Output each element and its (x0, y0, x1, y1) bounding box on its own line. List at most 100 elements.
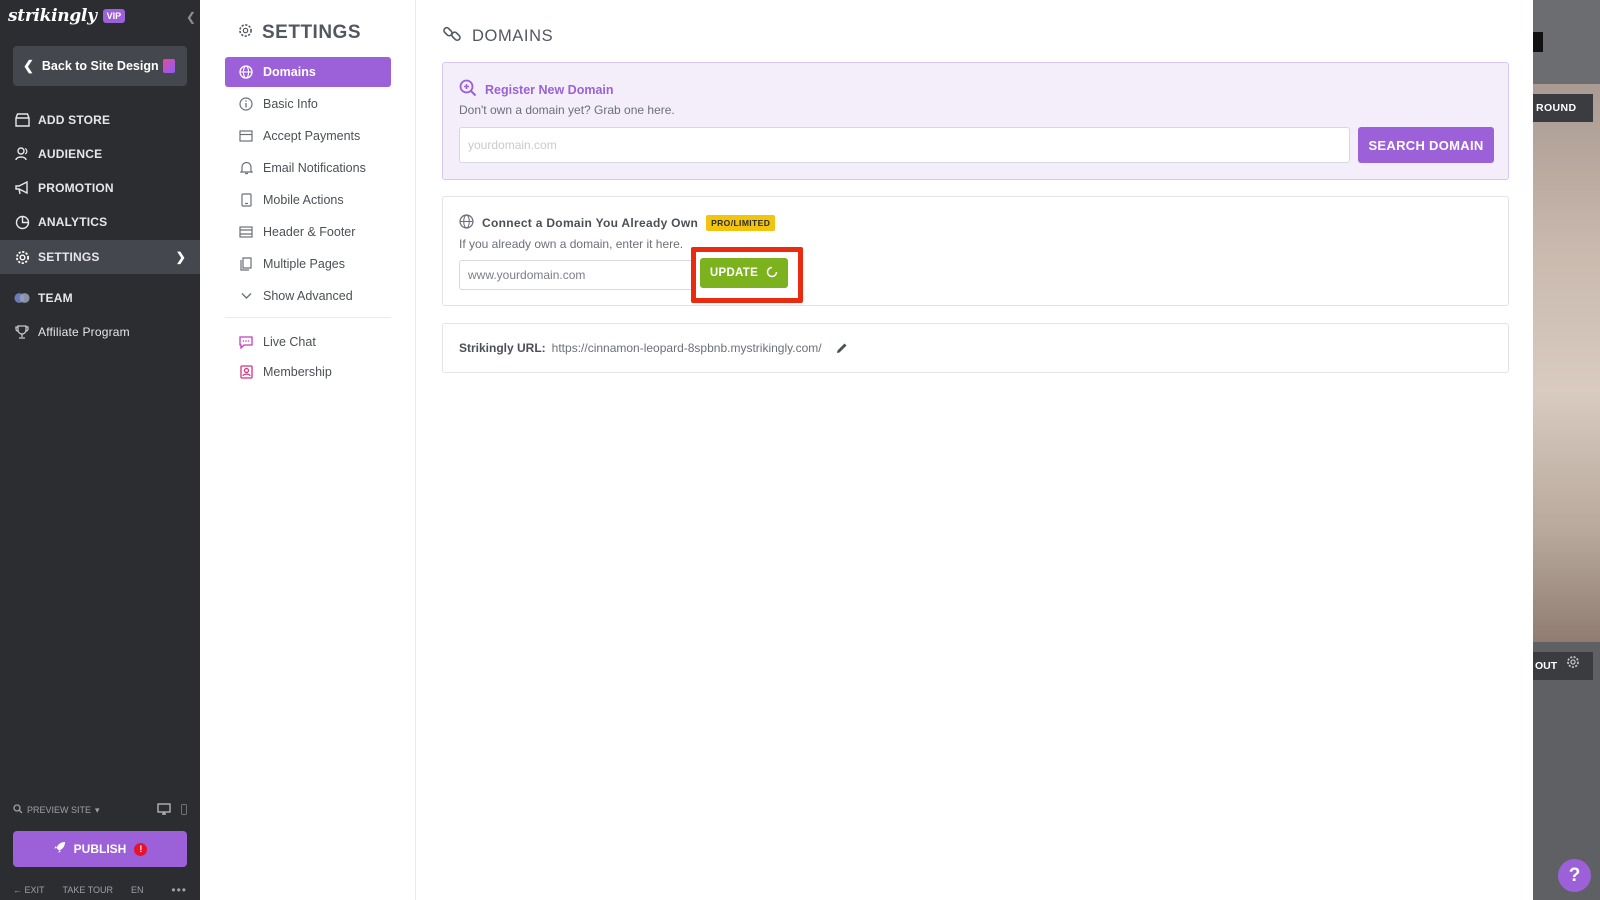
update-button[interactable]: UPDATE (700, 258, 788, 288)
chat-icon (239, 335, 253, 349)
chevron-right-icon: ❯ (175, 250, 186, 264)
settings-item-label: Multiple Pages (263, 257, 345, 271)
mobile-icon (239, 193, 253, 207)
search-domain-button[interactable]: SEARCH DOMAIN (1358, 127, 1494, 163)
nav-settings[interactable]: SETTINGS ❯ (0, 240, 200, 274)
bell-icon (239, 161, 253, 175)
help-button[interactable]: ? (1558, 859, 1591, 892)
nav-label: ADD STORE (38, 113, 111, 127)
gear-icon[interactable] (1566, 655, 1580, 672)
settings-item-header-footer[interactable]: Header & Footer (225, 217, 391, 247)
settings-item-label: Show Advanced (263, 289, 353, 303)
pages-icon (239, 257, 253, 271)
card-icon (239, 129, 253, 143)
register-domain-subtext: Don't own a domain yet? Grab one here. (459, 103, 675, 117)
own-domain-input[interactable] (459, 260, 695, 290)
chevron-left-icon: ❮ (23, 58, 34, 73)
nav-team[interactable]: TEAM (0, 281, 200, 315)
settings-item-domains[interactable]: Domains (225, 57, 391, 87)
rocket-icon (53, 841, 66, 857)
mobile-icon[interactable] (181, 803, 187, 817)
site-preview-strip: ROUND OUT (1533, 0, 1600, 900)
store-icon (14, 112, 30, 128)
settings-item-basic-info[interactable]: Basic Info (225, 89, 391, 119)
nav-affiliate-program[interactable]: Affiliate Program (0, 315, 200, 349)
main-content: DOMAINS Register New Domain Don't own a … (416, 0, 1533, 900)
strikingly-url-value: https://cinnamon-leopard-8spbnb.mystriki… (551, 341, 822, 355)
connect-domain-heading: Connect a Domain You Already Own PRO/LIM… (459, 214, 776, 232)
left-sidebar: strikingly VIP ❮ ❮ Back to Site Design A… (0, 0, 200, 900)
nav-label: PROMOTION (38, 181, 114, 195)
connect-domain-heading-label: Connect a Domain You Already Own (482, 216, 699, 230)
register-domain-heading-label: Register New Domain (485, 82, 614, 97)
collapse-sidebar-icon[interactable]: ❮ (186, 10, 196, 24)
settings-item-membership[interactable]: Membership (225, 357, 391, 387)
connect-domain-subtext: If you already own a domain, enter it he… (459, 237, 684, 251)
pencil-icon[interactable] (836, 342, 848, 354)
take-tour-link[interactable]: TAKE TOUR (63, 885, 114, 895)
preview-nav-tab (1533, 32, 1543, 52)
divider (225, 317, 391, 318)
connect-domain-card: Connect a Domain You Already Own PRO/LIM… (442, 196, 1509, 306)
chevron-down-icon (239, 289, 253, 303)
settings-item-mobile-actions[interactable]: Mobile Actions (225, 185, 391, 215)
nav-audience[interactable]: AUDIENCE (0, 137, 200, 171)
desktop-icon[interactable] (157, 803, 171, 817)
exit-link[interactable]: ← EXIT (13, 885, 45, 895)
nav-label: TEAM (38, 291, 73, 305)
nav-add-store[interactable]: ADD STORE (0, 103, 200, 137)
caret-down-icon: ▾ (95, 804, 100, 815)
settings-item-label: Basic Info (263, 97, 318, 111)
nav-label: AUDIENCE (38, 147, 103, 161)
layout-icon (239, 225, 253, 239)
brand: strikingly VIP (8, 6, 126, 26)
settings-nav: SETTINGS Domains Basic Info Accept Payme… (200, 0, 416, 900)
layout-button-label: OUT (1535, 660, 1558, 672)
pro-limited-badge: PRO/LIMITED (706, 215, 776, 231)
search-plus-icon (459, 79, 477, 100)
nav-analytics[interactable]: ANALYTICS (0, 205, 200, 239)
settings-title: SETTINGS (238, 22, 361, 44)
page-title-label: DOMAINS (472, 27, 554, 45)
settings-item-label: Membership (263, 365, 332, 379)
preview-site-row: PREVIEW SITE ▾ (13, 803, 187, 817)
language-selector[interactable]: EN (131, 885, 144, 895)
more-options-icon[interactable]: ••• (171, 883, 187, 897)
nav-label: ANALYTICS (38, 215, 108, 229)
audience-icon (14, 146, 30, 162)
trophy-icon (14, 324, 30, 340)
nav-label: SETTINGS (38, 250, 100, 264)
settings-item-live-chat[interactable]: Live Chat (225, 327, 391, 357)
member-icon (239, 365, 253, 379)
settings-item-accept-payments[interactable]: Accept Payments (225, 121, 391, 151)
preview-header-area (1533, 0, 1600, 84)
register-domain-heading: Register New Domain (459, 79, 614, 100)
back-to-site-design-button[interactable]: ❮ Back to Site Design (13, 46, 187, 86)
exit-label: EXIT (24, 885, 45, 895)
arrow-left-icon: ← (13, 885, 25, 895)
settings-item-email-notifications[interactable]: Email Notifications (225, 153, 391, 183)
megaphone-icon (14, 180, 30, 196)
register-domain-input[interactable] (459, 127, 1350, 163)
back-button-label: Back to Site Design (41, 59, 159, 73)
nav-promotion[interactable]: PROMOTION (0, 171, 200, 205)
gear-icon (238, 22, 253, 44)
design-icon (163, 59, 175, 73)
team-icon (14, 290, 30, 306)
layout-button[interactable]: OUT (1533, 652, 1593, 680)
publish-label: PUBLISH (73, 842, 127, 856)
settings-item-multiple-pages[interactable]: Multiple Pages (225, 249, 391, 279)
link-icon (442, 24, 462, 49)
strikingly-logo[interactable]: strikingly (8, 6, 97, 26)
settings-item-label: Mobile Actions (263, 193, 344, 207)
publish-button[interactable]: PUBLISH ! (13, 831, 187, 867)
settings-item-label: Domains (263, 65, 316, 79)
settings-item-show-advanced[interactable]: Show Advanced (225, 281, 391, 311)
register-domain-card: Register New Domain Don't own a domain y… (442, 62, 1509, 180)
vip-badge: VIP (102, 9, 126, 23)
preview-site-dropdown[interactable]: PREVIEW SITE (27, 805, 91, 815)
globe-icon (239, 65, 253, 79)
preview-background-image (1533, 84, 1600, 642)
background-button[interactable]: ROUND (1533, 94, 1593, 122)
strikingly-url-card: Strikingly URL: https://cinnamon-leopard… (442, 323, 1509, 373)
